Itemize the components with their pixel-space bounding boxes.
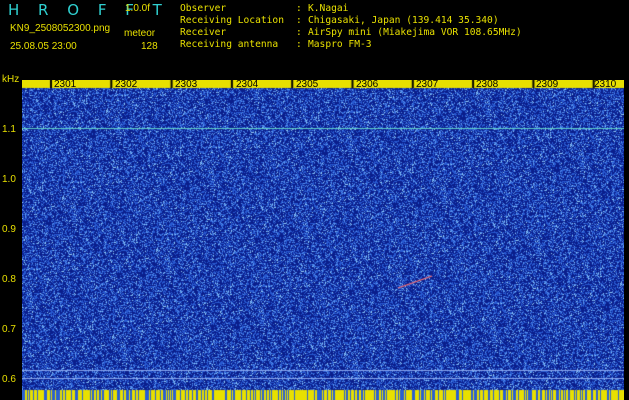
y-tick-label: 0.9: [2, 224, 16, 235]
y-tick-label: 0.8: [2, 274, 16, 285]
antenna-label: Receiving antenna: [180, 39, 279, 50]
x-tick-label: 2305: [296, 79, 319, 90]
filename-label: KN9_2508052300.png: [10, 23, 111, 34]
observer-label: Observer: [180, 3, 227, 14]
mode-label: meteor: [124, 28, 156, 39]
y-tick-label: 0.7: [2, 324, 16, 335]
info-separator: :: [296, 15, 302, 26]
location-value: Chigasaki, Japan (139.414 35.340): [308, 15, 499, 26]
x-tick-label: 2301: [54, 79, 77, 90]
info-separator: :: [296, 27, 302, 38]
x-tick-label: 2306: [356, 79, 379, 90]
y-tick-label: 0.6: [2, 374, 16, 385]
x-tick-label: 2303: [175, 79, 198, 90]
x-tick-label: 2310: [594, 79, 617, 90]
x-tick-label: 2302: [115, 79, 138, 90]
y-axis-unit: kHz: [2, 74, 20, 85]
datetime-label: 25.08.05 23:00: [10, 41, 77, 52]
header-panel: H R O F F T 1.0.0f KN9_2508052300.png me…: [0, 0, 629, 72]
location-label: Receiving Location: [180, 15, 284, 26]
version-label: 1.0.0f: [125, 3, 151, 14]
info-separator: :: [296, 3, 302, 14]
x-tick-label: 2304: [236, 79, 259, 90]
y-tick-label: 1.1: [2, 124, 16, 135]
x-tick-label: 2308: [476, 79, 499, 90]
receiver-value: AirSpy mini (Miakejima VOR 108.65MHz): [308, 27, 522, 38]
observer-value: K.Nagai: [308, 3, 349, 14]
spectrogram-canvas[interactable]: [22, 80, 624, 400]
antenna-value: Maspro FM-3: [308, 39, 372, 50]
info-separator: :: [296, 39, 302, 50]
y-tick-label: 1.0: [2, 174, 16, 185]
x-tick-label: 2307: [416, 79, 439, 90]
receiver-label: Receiver: [180, 27, 227, 38]
x-tick-label: 2309: [536, 79, 559, 90]
count-label: 128: [141, 41, 158, 52]
